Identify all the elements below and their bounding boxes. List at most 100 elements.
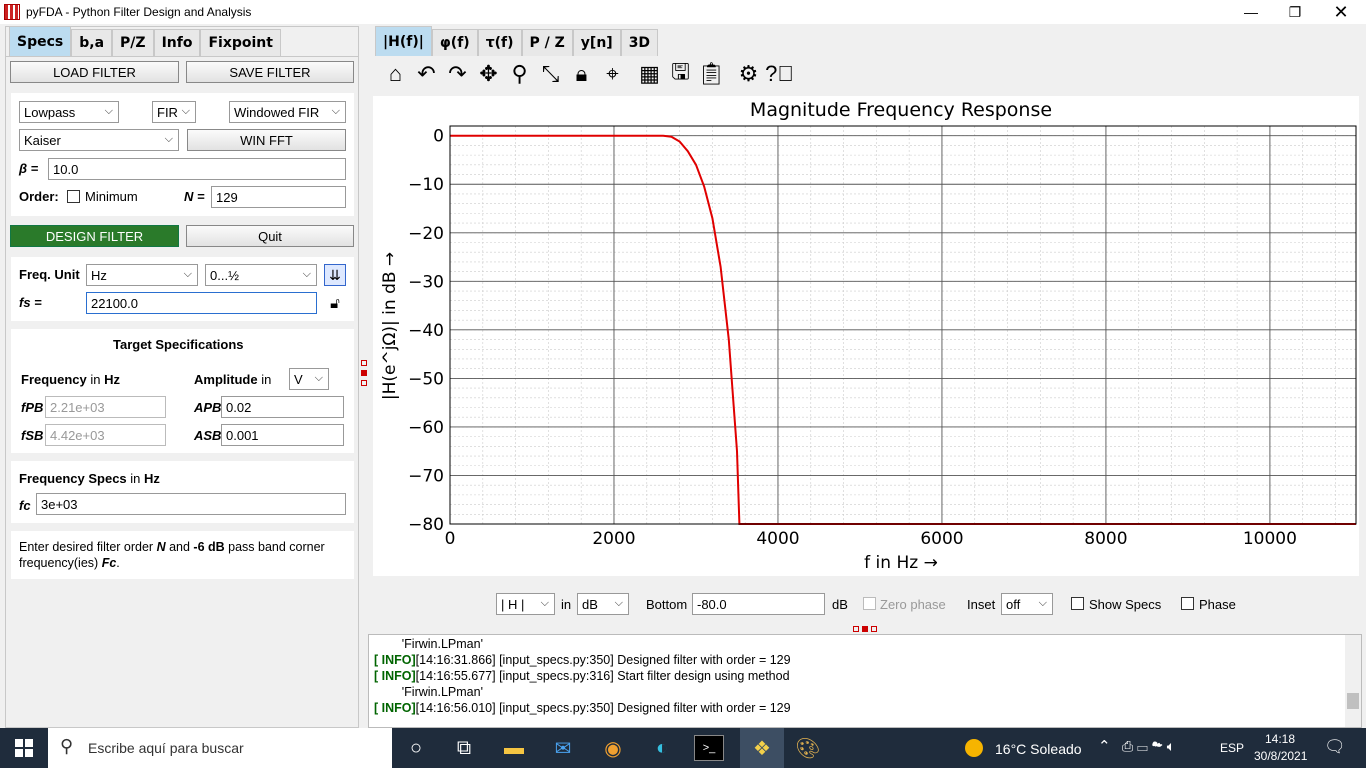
fsb-label: fSB	[21, 428, 44, 443]
plot-toolbar: ⌂ ↶ ↷ ✥ ⚲ ⤡ 🔒︎ ⌖ ▦ 🖫 📋︎ ⚙ ?⃝	[380, 58, 795, 90]
save-filter-button[interactable]: SAVE FILTER	[186, 61, 354, 83]
zoom-icon[interactable]: ⚲	[504, 59, 535, 89]
x-tick-label: 10000	[1243, 529, 1297, 549]
freq-unit-label: Freq. Unit	[19, 267, 80, 282]
taskbar-search[interactable]: ⚲ Escribe aquí para buscar	[48, 728, 392, 768]
clock-time[interactable]: 14:18	[1254, 732, 1306, 746]
apb-input[interactable]: 0.02	[221, 396, 344, 418]
minimize-button[interactable]: —	[1228, 0, 1274, 24]
settings-icon[interactable]: ⚙	[733, 59, 764, 89]
lock-icon[interactable]: 🔓︎	[324, 292, 346, 314]
clipboard-icon[interactable]: 📋︎	[696, 59, 727, 89]
show-specs-checkbox[interactable]	[1071, 597, 1084, 610]
win-fft-button[interactable]: WIN FFT	[187, 129, 346, 151]
unit-select[interactable]: dB ⌵	[577, 593, 629, 615]
minimum-checkbox[interactable]	[67, 190, 80, 203]
phase-checkbox[interactable]	[1181, 597, 1194, 610]
tab-pz[interactable]: P/Z	[112, 29, 154, 56]
method-select[interactable]: Windowed FIR ⌵	[229, 101, 346, 123]
scrollbar-thumb[interactable]	[1347, 693, 1359, 709]
tab-pole-zero[interactable]: P / Z	[521, 29, 573, 56]
help-icon[interactable]: ?⃝	[764, 59, 795, 89]
clock-date[interactable]: 30/8/2021	[1254, 749, 1307, 763]
tab-group-delay[interactable]: τ(f)	[477, 29, 522, 56]
close-button[interactable]: ✕	[1318, 0, 1364, 24]
language-indicator[interactable]: ESP	[1220, 741, 1244, 755]
tab-3d[interactable]: 3D	[620, 29, 659, 56]
asb-label: ASB	[194, 428, 222, 443]
inset-select[interactable]: off ⌵	[1001, 593, 1053, 615]
zero-phase-checkbox[interactable]	[863, 597, 876, 610]
fs-input[interactable]: 22100.0	[86, 292, 317, 314]
x-axis-label: f in Hz →	[864, 553, 938, 573]
window-select[interactable]: Kaiser ⌵	[19, 129, 179, 151]
tray-icons[interactable]: ⎙ ▭ ☁ 🔈︎	[1122, 738, 1175, 755]
console-splitter-handle[interactable]	[853, 626, 879, 632]
redo-icon[interactable]: ↷	[442, 59, 473, 89]
x-tick-label: 2000	[592, 529, 635, 549]
taskbar: ⚲ Escribe aquí para buscar ○ ⧉ ▬ ✉ ◉ ◐ >…	[0, 728, 1366, 768]
search-placeholder: Escribe aquí para buscar	[88, 740, 244, 756]
save-icon[interactable]: 🖫	[665, 59, 696, 89]
mail-icon[interactable]: ✉	[547, 732, 579, 764]
chevron-down-icon: ⌵	[614, 597, 623, 609]
freq-range-select[interactable]: 0...½ ⌵	[205, 264, 317, 286]
browser-icon[interactable]: ◉	[597, 732, 629, 764]
mode-select[interactable]: | H | ⌵	[496, 593, 555, 615]
order-n-input[interactable]: 129	[211, 186, 346, 208]
notifications-icon[interactable]: 🗨︎	[1324, 737, 1346, 757]
log-console[interactable]: 'Firwin.LPman' [ INFO][14:16:31.866] [in…	[368, 634, 1362, 728]
tab-phase[interactable]: φ(f)	[431, 29, 478, 56]
y-tick-label: −20	[408, 224, 444, 244]
amplitude-unit-select[interactable]: V ⌵	[289, 368, 329, 390]
paint-icon[interactable]: 🎨︎	[792, 732, 824, 764]
freq-unit-select[interactable]: Hz ⌵	[86, 264, 198, 286]
design-filter-button[interactable]: DESIGN FILTER	[10, 225, 179, 247]
fc-input[interactable]: 3e+03	[36, 493, 346, 515]
splitter-handle[interactable]	[361, 360, 367, 390]
undo-icon[interactable]: ↶	[411, 59, 442, 89]
cortana-icon[interactable]: ○	[400, 732, 432, 764]
sort-icon[interactable]: ⇊	[324, 264, 346, 286]
tab-ba[interactable]: b,a	[71, 29, 113, 56]
chevron-up-icon[interactable]: ⌃	[1098, 737, 1111, 755]
app-icon	[4, 4, 20, 20]
target-specs-title: Target Specifications	[113, 337, 244, 352]
log-line: [ INFO][14:16:55.677] [input_specs.py:31…	[374, 669, 790, 683]
fullscreen-icon[interactable]: ⤡	[535, 59, 566, 89]
filter-type-select[interactable]: FIR ⌵	[152, 101, 196, 123]
tab-specs[interactable]: Specs	[9, 26, 72, 56]
response-type-select[interactable]: Lowpass ⌵	[19, 101, 119, 123]
load-filter-button[interactable]: LOAD FILTER	[10, 61, 179, 83]
filter-design-box: Lowpass ⌵ FIR ⌵ Windowed FIR ⌵ Kaiser ⌵ WIN …	[11, 93, 354, 216]
asb-input[interactable]: 0.001	[221, 424, 344, 446]
fsb-input[interactable]: 4.42e+03	[45, 424, 166, 446]
quit-button[interactable]: Quit	[186, 225, 354, 247]
file-explorer-icon[interactable]: ▬	[498, 732, 530, 764]
edge-icon[interactable]: ◐	[646, 732, 678, 764]
python-icon[interactable]: ❖	[740, 728, 784, 768]
restore-button[interactable]: ❐	[1272, 0, 1318, 24]
tab-magnitude[interactable]: |H(f)|	[375, 26, 432, 56]
pan-icon[interactable]: ✥	[473, 59, 504, 89]
task-view-icon[interactable]: ⧉	[448, 732, 480, 764]
y-tick-label: −40	[408, 321, 444, 341]
marker-icon[interactable]: ⌖	[597, 59, 628, 89]
log-line: [ INFO][14:16:56.010] [input_specs.py:35…	[374, 701, 791, 715]
grid-icon[interactable]: ▦	[634, 59, 665, 89]
chevron-down-icon: ⌵	[1038, 597, 1047, 609]
tab-info[interactable]: Info	[153, 29, 201, 56]
tab-fixpoint[interactable]: Fixpoint	[200, 29, 281, 56]
magnitude-chart[interactable]: Magnitude Frequency Response 0 2000 4000 60…	[373, 96, 1359, 576]
lock-icon[interactable]: 🔒︎	[566, 59, 597, 89]
tab-impulse[interactable]: y[n]	[572, 29, 621, 56]
beta-input[interactable]: 10.0	[48, 158, 346, 180]
plot-area[interactable]: Magnitude Frequency Response 0 2000 4000 60…	[373, 96, 1359, 576]
bottom-input[interactable]: -80.0	[692, 593, 825, 615]
terminal-icon[interactable]: >_	[694, 735, 724, 761]
chevron-down-icon: ⌵	[183, 268, 192, 280]
home-icon[interactable]: ⌂	[380, 59, 411, 89]
console-scrollbar[interactable]	[1345, 635, 1361, 727]
fpb-input[interactable]: 2.21e+03	[45, 396, 166, 418]
windows-start-icon[interactable]	[8, 732, 40, 764]
